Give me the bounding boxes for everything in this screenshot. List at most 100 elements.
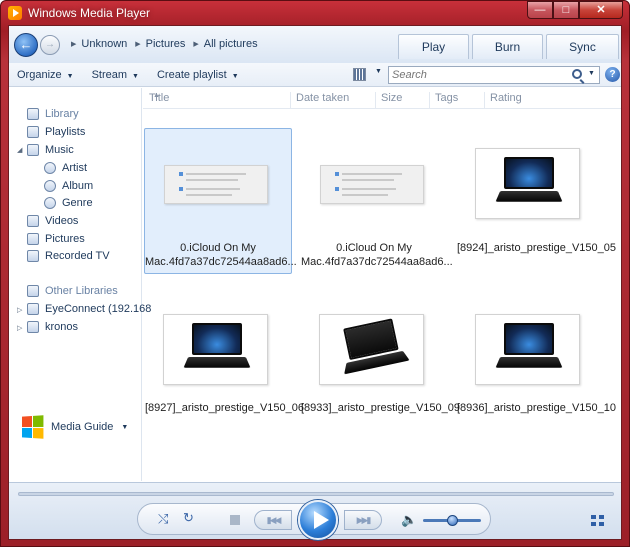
picture-caption: 0.iCloud On My Mac.4fd7a37dc72544aa8ad6.… (145, 241, 297, 269)
picture-thumbnail (475, 314, 580, 385)
videos-icon (27, 215, 39, 227)
navigation-bar: ← → ▶ Unknown ▶ Pictures ▶ All pictures … (9, 26, 621, 63)
picture-item[interactable]: [8927]_aristo_prestige_V150_06 (144, 294, 304, 440)
search-input[interactable] (392, 67, 562, 83)
stop-button[interactable] (230, 515, 240, 525)
tab-sync[interactable]: Sync (546, 34, 619, 59)
close-button[interactable]: ✕ (579, 1, 623, 19)
thumbnail-text-line (342, 173, 402, 175)
search-icon[interactable] (572, 69, 582, 79)
column-tags[interactable]: Tags (429, 92, 458, 108)
switch-to-now-playing-icon[interactable] (591, 515, 605, 527)
sidebar-item-label: Genre (62, 197, 93, 209)
picture-caption-line1: 0.iCloud On My (180, 242, 256, 254)
thumbnail-text-line (186, 188, 240, 190)
sidebar-item-genre[interactable]: Genre (44, 197, 93, 209)
organize-menu[interactable]: Organize ▼ (17, 69, 74, 81)
media-guide-label: Media Guide (51, 421, 114, 433)
breadcrumb-separator-icon[interactable]: ▶ (193, 40, 198, 48)
sidebar-item-playlists[interactable]: Playlists (27, 126, 85, 138)
breadcrumb-unknown[interactable]: Unknown (81, 38, 127, 50)
picture-caption-line2: Mac.4fd7a37dc72544aa8ad6... (145, 256, 297, 268)
create-playlist-menu[interactable]: Create playlist ▼ (157, 69, 239, 81)
maximize-button[interactable]: □ (553, 1, 579, 19)
breadcrumb-all-pictures[interactable]: All pictures (204, 38, 258, 50)
tab-play[interactable]: Play (398, 34, 469, 59)
volume-icon[interactable]: 🔈 (401, 512, 417, 528)
picture-thumbnail (164, 165, 268, 204)
network-library-icon (27, 321, 39, 333)
picture-caption: [8927]_aristo_prestige_V150_06 (145, 401, 304, 415)
sidebar-item-kronos[interactable]: kronos (27, 321, 78, 333)
tab-burn[interactable]: Burn (472, 34, 543, 59)
search-options-chevron-icon[interactable]: ▼ (588, 70, 595, 77)
sidebar-item-eyeconnect[interactable]: EyeConnect (192.168 (27, 303, 151, 315)
view-options-icon[interactable] (353, 68, 366, 81)
sidebar-item-label: Music (45, 144, 74, 156)
view-options-chevron-icon[interactable]: ▼ (375, 68, 382, 75)
stream-menu[interactable]: Stream ▼ (92, 69, 139, 81)
sidebar-item-other-libraries[interactable]: Other Libraries (27, 285, 118, 297)
volume-slider[interactable] (423, 515, 481, 526)
picture-caption: 0.iCloud On My Mac.4fd7a37dc72544aa8ad6.… (301, 241, 453, 269)
column-rating[interactable]: Rating (484, 92, 522, 108)
laptop-image (495, 157, 563, 209)
artist-icon (44, 162, 56, 174)
expand-kronos-icon[interactable]: ▷ (17, 324, 22, 332)
sidebar-item-pictures[interactable]: Pictures (27, 233, 85, 245)
sidebar-item-label: EyeConnect (192.168 (45, 303, 152, 315)
picture-item[interactable]: [8933]_aristo_prestige_V150_09 (300, 294, 460, 440)
next-button[interactable]: ▶▶▮ (344, 510, 382, 530)
repeat-icon[interactable]: ↻ (183, 510, 194, 526)
sidebar-item-music[interactable]: Music (27, 144, 74, 156)
column-title[interactable]: Title (143, 92, 169, 108)
expand-eyeconnect-icon[interactable]: ▷ (17, 306, 22, 314)
recorded-tv-icon (27, 250, 39, 262)
picture-item[interactable]: [8936]_aristo_prestige_V150_10 (456, 294, 616, 440)
laptop-image (495, 323, 563, 375)
laptop-image (337, 317, 410, 381)
seek-bar[interactable] (18, 492, 614, 496)
collapse-music-icon[interactable]: ◢ (17, 146, 22, 154)
forward-arrow-icon[interactable]: → (40, 35, 60, 55)
thumbnail-text-line (186, 173, 246, 175)
picture-item[interactable]: 0.iCloud On My Mac.4fd7a37dc72544aa8ad6.… (300, 128, 453, 274)
windows-media-player-icon (8, 6, 22, 20)
thumbnail-text-line (186, 179, 238, 181)
sidebar-item-label: Artist (62, 162, 88, 174)
column-size[interactable]: Size (375, 92, 402, 108)
window-title: Windows Media Player (28, 6, 151, 20)
breadcrumb-separator-icon[interactable]: ▶ (135, 40, 140, 48)
help-icon[interactable]: ? (605, 67, 620, 82)
breadcrumb: ▶ Unknown ▶ Pictures ▶ All pictures (71, 38, 266, 50)
album-icon (44, 180, 56, 192)
sidebar-item-label: Recorded TV (45, 250, 110, 262)
sidebar-item-artist[interactable]: Artist (44, 162, 87, 174)
minimize-button[interactable]: — (527, 1, 553, 19)
sidebar-item-label: kronos (45, 321, 79, 333)
previous-button[interactable]: ▮◀◀ (254, 510, 292, 530)
back-arrow-icon[interactable]: ← (14, 33, 38, 57)
picture-item[interactable]: 0.iCloud On My Mac.4fd7a37dc72544aa8ad6.… (144, 128, 297, 274)
title-bar[interactable]: Windows Media Player — □ ✕ (1, 1, 629, 25)
breadcrumb-separator-icon: ▶ (71, 41, 77, 48)
play-button[interactable] (298, 500, 338, 540)
thumbnail-text-line (342, 188, 396, 190)
media-guide-button[interactable]: Media Guide ▼ (21, 415, 128, 439)
sidebar-item-album[interactable]: Album (44, 180, 93, 192)
shuffle-icon[interactable]: ⤭ (158, 511, 168, 527)
pictures-grid: 0.iCloud On My Mac.4fd7a37dc72544aa8ad6.… (143, 110, 621, 480)
breadcrumb-pictures[interactable]: Pictures (146, 38, 186, 50)
sidebar-item-label: Videos (45, 215, 79, 227)
sidebar-item-library[interactable]: Library (27, 108, 79, 120)
organize-label: Organize (17, 68, 62, 81)
sidebar-item-recorded-tv[interactable]: Recorded TV (27, 250, 110, 262)
sidebar-item-videos[interactable]: Videos (27, 215, 78, 227)
column-date-taken[interactable]: Date taken (290, 92, 349, 108)
thumbnail-text-line (186, 194, 232, 196)
thumbnail-text-line (342, 194, 388, 196)
picture-item[interactable]: [8924]_aristo_prestige_V150_05 (456, 128, 616, 274)
stream-label: Stream (91, 68, 128, 81)
volume-slider-thumb[interactable] (447, 515, 458, 526)
sidebar-item-label: Playlists (45, 126, 86, 138)
